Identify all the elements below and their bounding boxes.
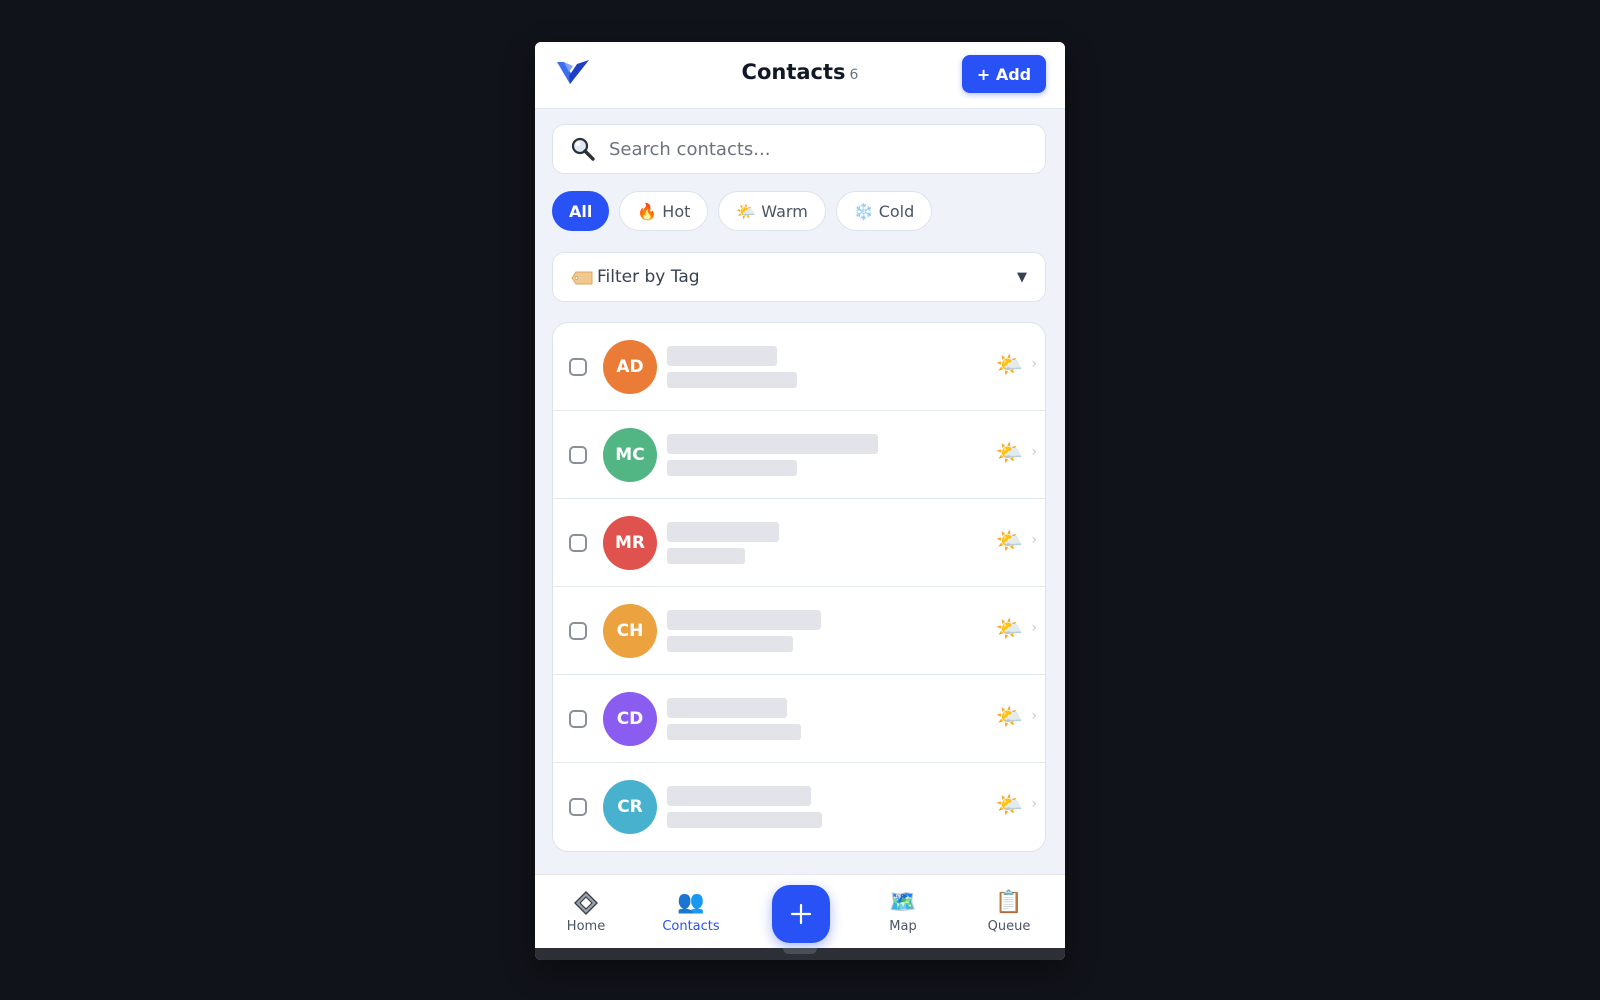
chevron-right-icon: › xyxy=(1031,532,1037,548)
contact-row[interactable]: MR 🌤️ › xyxy=(553,499,1045,587)
avatar: CD xyxy=(603,691,657,746)
detail-skeleton xyxy=(667,371,797,388)
temperature-filter-chips: All 🔥 Hot 🌤️ Warm ❄️ Cold xyxy=(552,191,933,231)
sun-cloud-icon: 🌤️ xyxy=(995,705,1023,730)
name-skeleton xyxy=(667,345,777,366)
nav-map[interactable]: 🗺️ Map xyxy=(858,889,948,934)
name-skeleton xyxy=(667,697,787,718)
avatar: CH xyxy=(603,603,657,658)
nav-contacts[interactable]: 👥 Contacts xyxy=(646,889,736,934)
detail-skeleton xyxy=(667,547,745,564)
home-indicator[interactable] xyxy=(783,948,817,954)
avatar: MC xyxy=(603,427,657,482)
title-text: Contacts xyxy=(741,60,846,84)
contact-info-placeholder xyxy=(667,521,779,564)
contact-info-placeholder xyxy=(667,609,821,652)
chevron-right-icon: › xyxy=(1031,620,1037,636)
chip-label: Warm xyxy=(761,201,808,221)
chevron-right-icon: › xyxy=(1031,796,1037,812)
contact-info-placeholder xyxy=(667,697,801,740)
detail-skeleton xyxy=(667,812,822,828)
nav-label: Map xyxy=(889,919,917,934)
name-skeleton xyxy=(667,433,878,454)
nav-label: Queue xyxy=(987,919,1031,934)
name-skeleton xyxy=(667,521,779,542)
fire-icon: 🔥 xyxy=(637,201,658,221)
search-input[interactable] xyxy=(607,137,1011,161)
sun-cloud-icon: 🌤️ xyxy=(995,353,1023,378)
search-bar[interactable] xyxy=(552,124,1046,174)
nav-label: Contacts xyxy=(662,919,720,934)
search-icon xyxy=(569,135,597,163)
filter-chip-cold[interactable]: ❄️ Cold xyxy=(835,191,933,231)
detail-skeleton xyxy=(667,459,797,476)
app-frame: Contacts6 + Add All 🔥 Hot 🌤️ Warm ❄️ xyxy=(535,42,1065,960)
name-skeleton xyxy=(667,786,811,806)
chevron-right-icon: › xyxy=(1031,444,1037,460)
sun-cloud-icon: 🌤️ xyxy=(995,617,1023,642)
chevron-down-icon: ▼ xyxy=(1017,269,1027,285)
avatar: MR xyxy=(603,515,657,570)
select-checkbox[interactable] xyxy=(569,445,587,464)
avatar: AD xyxy=(603,339,657,394)
header: Contacts 6 + Add xyxy=(535,42,1065,109)
chip-label: All xyxy=(569,201,593,221)
chevron-right-icon: › xyxy=(1031,708,1037,724)
contact-info-placeholder xyxy=(667,345,797,388)
contact-info-placeholder xyxy=(667,786,822,828)
chip-label: Cold xyxy=(878,201,915,221)
avatar: CR xyxy=(603,780,657,834)
name-skeleton xyxy=(667,609,821,630)
snowflake-icon: ❄️ xyxy=(853,201,874,221)
contact-row[interactable]: MC 🌤️ › xyxy=(553,411,1045,499)
sun-cloud-icon: 🌤️ xyxy=(995,793,1023,818)
quick-add-button[interactable] xyxy=(772,885,830,943)
contact-list: AD 🌤️ › MC 🌤️ › MR 🌤️ › CH 🌤️ › CD 🌤️ › … xyxy=(552,322,1046,852)
add-contact-button[interactable]: + Add xyxy=(962,55,1046,93)
contact-row[interactable]: AD 🌤️ › xyxy=(553,323,1045,411)
nav-queue[interactable]: 📋 Queue xyxy=(964,889,1054,934)
contact-info-placeholder xyxy=(667,433,878,476)
bottom-nav: Home 👥 Contacts 🗺️ Map 📋 Queue xyxy=(535,874,1065,949)
select-checkbox[interactable] xyxy=(569,798,587,816)
home-icon xyxy=(541,889,631,917)
map-icon: 🗺️ xyxy=(889,890,917,915)
nav-home[interactable]: Home xyxy=(541,889,631,934)
detail-skeleton xyxy=(667,723,801,740)
filter-chip-all[interactable]: All xyxy=(552,191,610,231)
tag-icon xyxy=(571,270,593,285)
nav-label: Home xyxy=(566,919,606,934)
plus-icon xyxy=(790,903,812,925)
select-checkbox[interactable] xyxy=(569,533,587,552)
contact-row[interactable]: CD 🌤️ › xyxy=(553,675,1045,763)
chip-label: Hot xyxy=(662,201,691,221)
select-checkbox[interactable] xyxy=(569,357,587,376)
select-checkbox[interactable] xyxy=(569,709,587,728)
contact-count-badge: 6 xyxy=(849,67,859,83)
tag-filter-dropdown[interactable]: Filter by Tag ▼ xyxy=(552,252,1046,302)
detail-skeleton xyxy=(667,635,793,652)
sun-cloud-icon: 🌤️ xyxy=(995,441,1023,466)
filter-chip-hot[interactable]: 🔥 Hot xyxy=(619,191,709,231)
filter-chip-warm[interactable]: 🌤️ Warm xyxy=(718,191,826,231)
sun-cloud-icon: 🌤️ xyxy=(736,201,757,221)
contact-row[interactable]: CH 🌤️ › xyxy=(553,587,1045,675)
chevron-right-icon: › xyxy=(1031,356,1037,372)
clipboard-icon: 📋 xyxy=(995,890,1023,915)
tag-filter-label: Filter by Tag xyxy=(597,267,700,287)
people-icon: 👥 xyxy=(677,890,705,915)
contact-row[interactable]: CR 🌤️ › xyxy=(553,763,1045,851)
select-checkbox[interactable] xyxy=(569,621,587,640)
sun-cloud-icon: 🌤️ xyxy=(995,529,1023,554)
